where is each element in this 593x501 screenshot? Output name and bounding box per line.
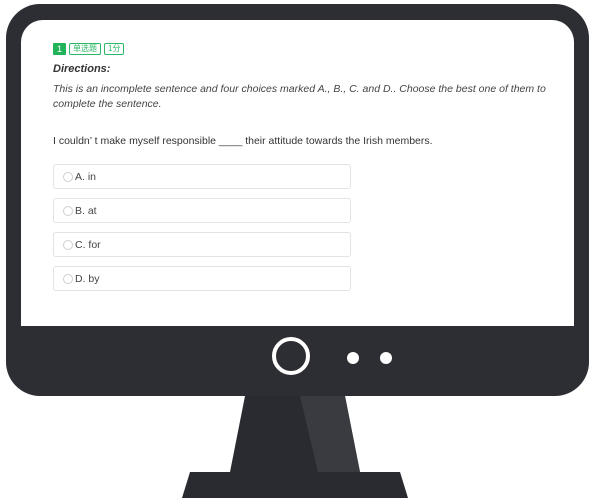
- radio-icon[interactable]: [63, 273, 73, 284]
- question-panel: 1 单选题 1分 Directions: This is an incomple…: [53, 42, 554, 300]
- answer-options: A. in B. at C. for D. by: [53, 164, 554, 291]
- option-b[interactable]: B. at: [53, 198, 351, 223]
- radio-icon[interactable]: [63, 239, 73, 250]
- question-number-badge: 1: [53, 43, 66, 55]
- question-header: 1 单选题 1分: [53, 42, 554, 56]
- question-score-tag: 1分: [104, 43, 125, 55]
- option-d[interactable]: D. by: [53, 266, 351, 291]
- directions-text: This is an incomplete sentence and four …: [53, 83, 546, 110]
- question-prompt: I couldn’ t make myself responsible ____…: [53, 135, 433, 147]
- radio-icon[interactable]: [63, 171, 73, 182]
- option-label: A. in: [75, 170, 97, 183]
- indicator-dot-icon: [380, 352, 392, 364]
- option-a[interactable]: A. in: [53, 164, 351, 189]
- power-button-icon: [272, 337, 310, 375]
- option-label: D. by: [75, 272, 100, 285]
- option-c[interactable]: C. for: [53, 232, 351, 257]
- radio-icon[interactable]: [63, 205, 73, 216]
- option-label: C. for: [75, 238, 101, 251]
- monitor-screen: 1 单选题 1分 Directions: This is an incomple…: [21, 20, 574, 326]
- directions-title: Directions:: [53, 63, 111, 75]
- option-label: B. at: [75, 204, 97, 217]
- question-type-tag: 单选题: [69, 43, 101, 55]
- indicator-dot-icon: [347, 352, 359, 364]
